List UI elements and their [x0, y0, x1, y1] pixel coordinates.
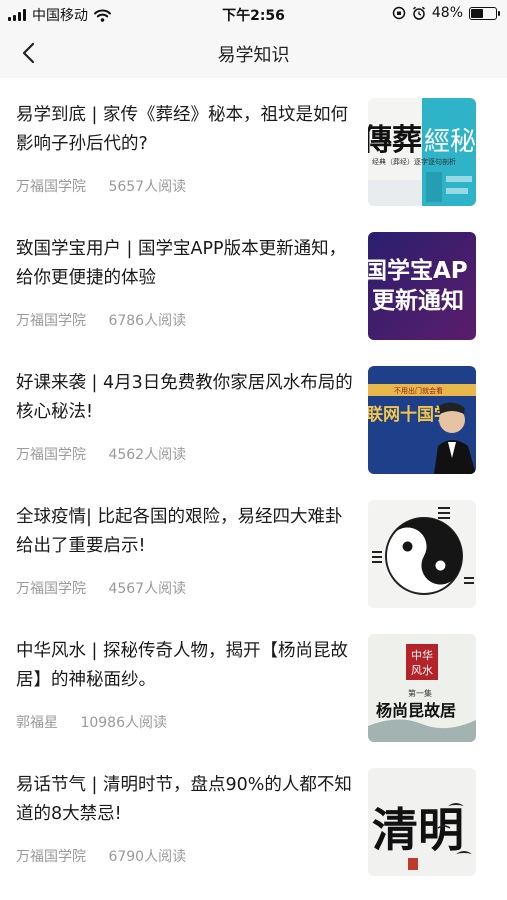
article-read-count: 10986人阅读	[80, 715, 167, 731]
article-meta: 万福国学院 6790人阅读	[16, 846, 186, 866]
article-item[interactable]: 好课来袭 | 4月3日免费教你家居风水布局的核心秘法! 万福国学院 4562人阅…	[0, 346, 507, 480]
article-thumbnail	[368, 500, 476, 608]
article-meta: 万福国学院 4562人阅读	[16, 444, 186, 464]
thumb-text-2: 不用出门就会看	[394, 386, 443, 395]
article-thumbnail: 不用出门就会看 联网十国学	[368, 366, 476, 474]
article-thumbnail: 傳葬 經秘 经典（葬经）逐字逐句剖析	[368, 98, 476, 206]
thumb-badge-2: 风水	[411, 664, 433, 677]
thumb-badge-1: 中华	[411, 648, 433, 662]
article-title: 易学到底 | 家传《葬经》秘本，祖坟是如何影响子孙后代的?	[16, 105, 349, 154]
status-bar-right: 48%	[392, 5, 500, 21]
article-source: 郭福星	[16, 715, 58, 731]
thumb-text-2: 經秘	[424, 127, 476, 157]
article-read-count: 4562人阅读	[108, 447, 187, 463]
thumb-text-1: 第一集	[408, 688, 432, 698]
article-item[interactable]: 易学到底 | 家传《葬经》秘本，祖坟是如何影响子孙后代的? 万福国学院 5657…	[0, 78, 507, 212]
article-thumbnail: 国学宝AP 更新通知	[368, 232, 476, 340]
article-meta: 郭福星 10986人阅读	[16, 712, 167, 732]
article-meta: 万福国学院 5657人阅读	[16, 176, 186, 196]
alarm-icon	[412, 6, 425, 20]
article-item[interactable]: 致国学宝用户 | 国学宝APP版本更新通知，给你更便捷的体验 万福国学院 678…	[0, 212, 507, 346]
thumb-text-2: 杨尚昆故居	[376, 701, 456, 720]
article-source: 万福国学院	[16, 179, 86, 195]
battery-icon	[469, 6, 500, 20]
thumb-text-3: 经典（葬经）逐字逐句剖析	[372, 157, 456, 166]
article-read-count: 5657人阅读	[108, 179, 187, 195]
article-source: 万福国学院	[16, 447, 86, 463]
article-read-count: 6786人阅读	[108, 313, 187, 329]
battery-percent: 48%	[431, 5, 463, 21]
article-read-count: 6790人阅读	[108, 849, 187, 865]
article-list: 易学到底 | 家传《葬经》秘本，祖坟是如何影响子孙后代的? 万福国学院 5657…	[0, 78, 507, 882]
article-read-count: 4567人阅读	[108, 581, 187, 597]
article-title: 中华风水 | 探秘传奇人物，揭开【杨尚昆故居】的神秘面纱。	[16, 641, 349, 690]
thumb-text-1: 傳葬	[368, 123, 422, 158]
article-title: 全球疫情| 比起各国的艰险，易经四大难卦给出了重要启示!	[16, 507, 343, 556]
article-item[interactable]: 全球疫情| 比起各国的艰险，易经四大难卦给出了重要启示! 万福国学院 4567人…	[0, 480, 507, 614]
thumb-text-1: 联网十国学	[368, 404, 451, 425]
article-source: 万福国学院	[16, 849, 86, 865]
thumb-text-2: 更新通知	[372, 287, 464, 314]
article-item[interactable]: 易话节气 | 清明时节，盘点90%的人都不知道的8大禁忌! 万福国学院 6790…	[0, 748, 507, 882]
article-thumbnail: 中华 风水 第一集 杨尚昆故居	[368, 634, 476, 742]
page-title: 易学知识	[217, 45, 290, 66]
article-item[interactable]: 中华风水 | 探秘传奇人物，揭开【杨尚昆故居】的神秘面纱。 郭福星 10986人…	[0, 614, 507, 748]
article-title: 好课来袭 | 4月3日免费教你家居风水布局的核心秘法!	[16, 373, 353, 422]
article-title: 致国学宝用户 | 国学宝APP版本更新通知，给你更便捷的体验	[16, 239, 347, 288]
nav-bar: 易学知识	[0, 28, 507, 78]
article-thumbnail: 清明	[368, 768, 476, 876]
thumb-text-1: 国学宝AP	[368, 257, 468, 284]
article-meta: 万福国学院 4567人阅读	[16, 578, 186, 598]
battery-fill	[471, 8, 483, 18]
orientation-lock-icon	[392, 6, 406, 20]
status-bar: 中国移动 下午2:56 48%	[0, 0, 507, 28]
article-title: 易话节气 | 清明时节，盘点90%的人都不知道的8大禁忌!	[16, 775, 352, 824]
article-source: 万福国学院	[16, 313, 86, 329]
article-source: 万福国学院	[16, 581, 86, 597]
thumb-text-1: 清明	[372, 803, 464, 857]
article-meta: 万福国学院 6786人阅读	[16, 310, 186, 330]
